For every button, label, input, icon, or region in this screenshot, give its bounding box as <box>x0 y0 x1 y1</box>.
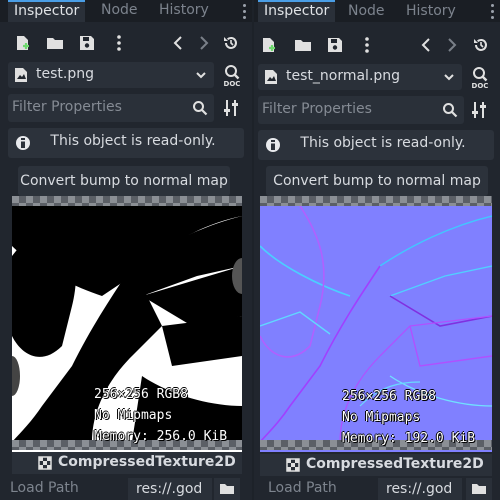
resource-row: test.png DOC <box>8 62 250 88</box>
property-value[interactable]: res://.god <box>128 478 212 500</box>
back-arrow-icon[interactable] <box>418 36 436 54</box>
open-folder-icon[interactable] <box>294 36 312 54</box>
inspector-panel-right: Inspector Node History test_normal.png D… <box>254 0 500 500</box>
search-icon <box>193 101 208 116</box>
checker-strip-top <box>260 196 492 206</box>
doc-icon[interactable]: DOC <box>220 62 244 88</box>
resource-selector[interactable]: test.png <box>8 62 214 88</box>
chevron-down-icon <box>196 72 206 79</box>
inspector-toolbar <box>0 30 252 56</box>
resource-name: test.png <box>36 66 94 82</box>
texture-mipmaps: No Mipmaps <box>342 410 421 425</box>
save-icon[interactable] <box>78 34 96 52</box>
tab-history[interactable]: History <box>406 1 456 23</box>
texture-preview: 256×256 RGB8 No Mipmaps Memory: 256.0 KiB <box>12 196 242 452</box>
property-value[interactable]: res://.god <box>378 478 462 500</box>
texture-meta: 256×256 RGB8 No Mipmaps Memory: 192.0 KiB <box>342 386 475 449</box>
filter-placeholder: Filter Properties <box>262 101 372 117</box>
forward-arrow-icon[interactable] <box>194 34 212 52</box>
tools-icon[interactable] <box>224 98 240 118</box>
resource-row: test_normal.png DOC <box>258 64 498 90</box>
class-label: CompressedTexture2D <box>12 452 242 474</box>
folder-icon[interactable] <box>466 478 492 500</box>
search-icon <box>443 103 458 118</box>
tab-node[interactable]: Node <box>101 0 138 22</box>
convert-bump-button[interactable]: Convert bump to normal map <box>18 166 230 196</box>
tab-node[interactable]: Node <box>348 1 385 23</box>
filter-placeholder: Filter Properties <box>12 99 122 115</box>
tab-inspector[interactable]: Inspector <box>258 0 336 22</box>
texture-preview: 256×256 RGB8 No Mipmaps Memory: 192.0 KiB <box>260 196 492 452</box>
class-icon <box>38 456 52 470</box>
save-icon[interactable] <box>326 36 344 54</box>
svg-text:DOC: DOC <box>224 80 241 88</box>
property-row-load-path: Load Path res://.god <box>0 478 252 500</box>
new-resource-icon[interactable] <box>14 34 32 52</box>
readonly-notice: This object is read-only. <box>8 128 244 158</box>
resource-selector[interactable]: test_normal.png <box>258 64 462 90</box>
kebab-menu-icon[interactable] <box>358 36 376 54</box>
checker-strip-top <box>12 196 242 206</box>
inspector-panel-left: Inspector Node History test.png DOC Filt… <box>0 0 252 500</box>
inspector-toolbar <box>254 32 500 58</box>
class-icon <box>286 458 300 472</box>
class-label: CompressedTexture2D <box>260 454 492 476</box>
dock-tabs: Inspector Node History <box>0 0 252 22</box>
dock-menu-icon[interactable] <box>238 0 250 22</box>
texture-meta: 256×256 RGB8 No Mipmaps Memory: 256.0 KiB <box>94 384 227 447</box>
texture-file-icon <box>265 70 277 84</box>
texture-mipmaps: No Mipmaps <box>94 408 173 423</box>
new-resource-icon[interactable] <box>260 36 278 54</box>
chevron-down-icon <box>444 74 454 81</box>
doc-icon[interactable]: DOC <box>468 64 492 90</box>
filter-properties-input[interactable]: Filter Properties <box>258 96 464 124</box>
history-icon[interactable] <box>222 34 240 52</box>
tools-icon[interactable] <box>472 100 488 120</box>
readonly-message: This object is read-only. <box>300 135 466 151</box>
resource-name: test_normal.png <box>286 68 401 84</box>
texture-file-icon <box>15 68 27 82</box>
texture-size-format: 256×256 RGB8 <box>342 389 436 404</box>
back-arrow-icon[interactable] <box>170 34 188 52</box>
history-icon[interactable] <box>472 36 490 54</box>
class-name: CompressedTexture2D <box>306 456 484 472</box>
property-name: Load Path <box>10 480 79 496</box>
folder-icon[interactable] <box>214 478 240 500</box>
texture-memory: Memory: 256.0 KiB <box>94 429 228 444</box>
dock-tabs: Inspector Node History <box>254 0 500 22</box>
property-name: Load Path <box>268 480 337 496</box>
class-name: CompressedTexture2D <box>58 454 236 470</box>
convert-bump-button[interactable]: Convert bump to normal map <box>266 166 488 196</box>
texture-size-format: 256×256 RGB8 <box>94 387 188 402</box>
dock-menu-icon[interactable] <box>486 0 498 22</box>
svg-text:DOC: DOC <box>472 82 489 90</box>
kebab-menu-icon[interactable] <box>110 34 128 52</box>
tab-inspector[interactable]: Inspector <box>8 0 86 22</box>
readonly-message: This object is read-only. <box>50 133 216 149</box>
filter-properties-input[interactable]: Filter Properties <box>8 94 214 122</box>
tab-history[interactable]: History <box>159 0 209 22</box>
open-folder-icon[interactable] <box>46 34 64 52</box>
texture-memory: Memory: 192.0 KiB <box>342 431 476 446</box>
forward-arrow-icon[interactable] <box>442 36 460 54</box>
readonly-notice: This object is read-only. <box>258 130 494 160</box>
property-row-load-path: Load Path res://.god <box>254 478 500 500</box>
